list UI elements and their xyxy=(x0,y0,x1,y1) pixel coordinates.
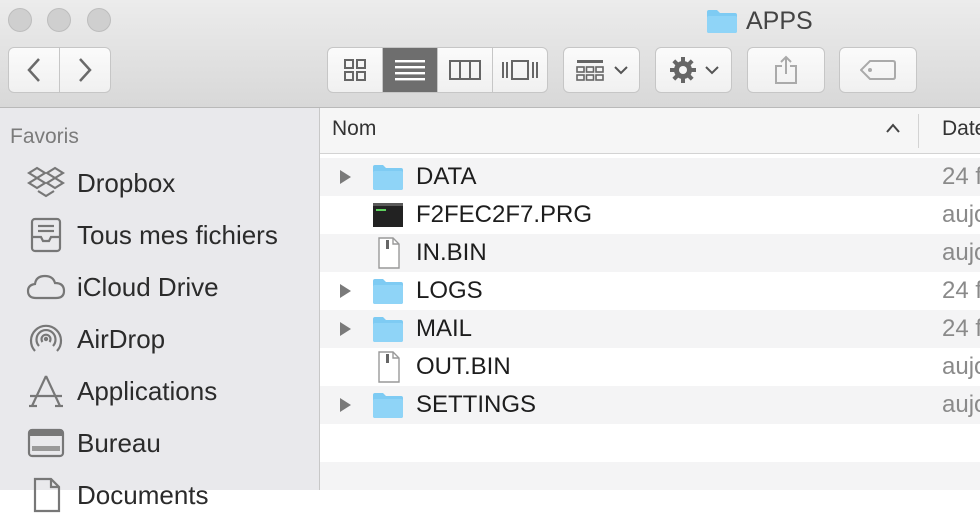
sidebar-item-dropbox[interactable]: Dropbox xyxy=(25,160,175,206)
disclosure-triangle-icon[interactable] xyxy=(338,169,352,185)
sidebar-item-label: AirDrop xyxy=(77,323,166,354)
table-row[interactable]: F2FEC2F7.PRG aujo xyxy=(320,196,980,234)
folder-icon xyxy=(373,317,403,342)
document-icon xyxy=(378,237,400,269)
folder-icon xyxy=(373,279,403,304)
close-window-button[interactable] xyxy=(8,8,32,32)
file-name: MAIL xyxy=(416,315,473,342)
sidebar-item-label: Applications xyxy=(77,375,218,406)
disclosure-triangle-icon[interactable] xyxy=(338,321,352,337)
zoom-window-button[interactable] xyxy=(87,8,111,32)
disclosure-triangle-icon[interactable] xyxy=(338,397,352,413)
back-button[interactable] xyxy=(8,47,60,93)
chevron-down-icon xyxy=(613,66,628,75)
window-title-text: APPS xyxy=(746,6,813,35)
sidebar-item-label: Dropbox xyxy=(77,167,176,198)
sidebar-item-label: Documents xyxy=(77,479,209,510)
disclosure-triangle-icon[interactable] xyxy=(338,283,352,299)
icon-view-icon xyxy=(344,59,366,81)
chevron-down-icon xyxy=(704,66,719,75)
table-row[interactable]: SETTINGS aujo xyxy=(320,386,980,424)
column-header: Nom Date xyxy=(320,108,980,154)
applications-icon xyxy=(29,375,63,408)
file-date: 24 f xyxy=(942,315,980,342)
file-name: SETTINGS xyxy=(416,391,537,418)
list-view-icon xyxy=(395,60,425,81)
cloud-icon xyxy=(26,274,66,300)
file-name: F2FEC2F7.PRG xyxy=(416,201,593,228)
cover-flow-view-button[interactable] xyxy=(493,48,547,92)
file-date: aujo xyxy=(942,201,980,228)
table-row[interactable]: IN.BIN aujo xyxy=(320,234,980,272)
desktop-icon xyxy=(27,428,65,458)
share-button[interactable] xyxy=(747,47,825,93)
sidebar-item-documents[interactable]: Documents xyxy=(25,472,209,518)
sidebar-item-all-files[interactable]: Tous mes fichiers xyxy=(25,212,278,258)
table-row[interactable]: LOGS 24 f xyxy=(320,272,980,310)
dropbox-icon xyxy=(27,166,65,198)
gear-icon xyxy=(669,57,696,83)
table-row[interactable]: DATA 24 f xyxy=(320,158,980,196)
forward-button[interactable] xyxy=(60,47,111,93)
file-date: aujo xyxy=(942,239,980,266)
file-list: Nom Date DATA 24 f F2FEC2F7.PRG aujo IN.… xyxy=(320,108,980,490)
column-divider[interactable] xyxy=(918,114,919,148)
window-title: APPS xyxy=(706,5,813,37)
action-button[interactable] xyxy=(655,47,732,93)
sidebar-item-applications[interactable]: Applications xyxy=(25,368,217,414)
column-header-name[interactable]: Nom xyxy=(332,117,376,141)
group-button[interactable] xyxy=(563,47,640,93)
column-header-date[interactable]: Date xyxy=(942,117,980,141)
chevron-right-icon xyxy=(79,58,92,82)
sidebar-heading: Favoris xyxy=(10,125,79,148)
sidebar-item-label: Tous mes fichiers xyxy=(77,219,278,250)
empty-row xyxy=(320,424,980,462)
sidebar-item-label: Bureau xyxy=(77,427,161,458)
file-date: 24 f xyxy=(942,277,980,304)
icon-view-button[interactable] xyxy=(328,48,383,92)
folder-icon xyxy=(707,10,737,33)
document-icon xyxy=(378,351,400,383)
table-row[interactable]: MAIL 24 f xyxy=(320,310,980,348)
all-files-icon xyxy=(30,217,62,253)
folder-icon xyxy=(373,393,403,418)
file-name: DATA xyxy=(416,163,477,190)
group-icon xyxy=(575,60,604,81)
file-name: OUT.BIN xyxy=(416,353,511,380)
minimize-window-button[interactable] xyxy=(47,8,71,32)
tag-button[interactable] xyxy=(839,47,917,93)
chevron-left-icon xyxy=(27,58,40,82)
documents-icon xyxy=(33,477,61,513)
empty-row xyxy=(320,462,980,490)
list-view-button[interactable] xyxy=(383,48,438,92)
share-icon xyxy=(775,55,797,84)
tag-icon xyxy=(860,60,896,80)
file-name: LOGS xyxy=(416,277,483,304)
file-name: IN.BIN xyxy=(416,239,487,266)
sidebar: Favoris Dropbox Tous mes fichiers iCloud… xyxy=(0,108,320,513)
toolbar: APPS xyxy=(0,0,980,108)
sort-ascending-icon[interactable] xyxy=(885,122,901,134)
column-view-button[interactable] xyxy=(438,48,493,92)
view-mode-control xyxy=(327,47,548,93)
sidebar-item-label: iCloud Drive xyxy=(77,271,219,302)
sidebar-item-airdrop[interactable]: AirDrop xyxy=(25,316,165,362)
folder-icon xyxy=(373,165,403,190)
table-row[interactable]: OUT.BIN aujo xyxy=(320,348,980,386)
column-view-icon xyxy=(449,60,481,80)
file-date: aujo xyxy=(942,391,980,418)
executable-icon xyxy=(373,203,403,227)
cover-flow-icon xyxy=(502,60,538,80)
file-date: aujo xyxy=(942,353,980,380)
sidebar-item-icloud-drive[interactable]: iCloud Drive xyxy=(25,264,219,310)
sidebar-item-bureau[interactable]: Bureau xyxy=(25,420,161,466)
airdrop-icon xyxy=(29,324,63,352)
file-date: 24 f xyxy=(942,163,980,190)
